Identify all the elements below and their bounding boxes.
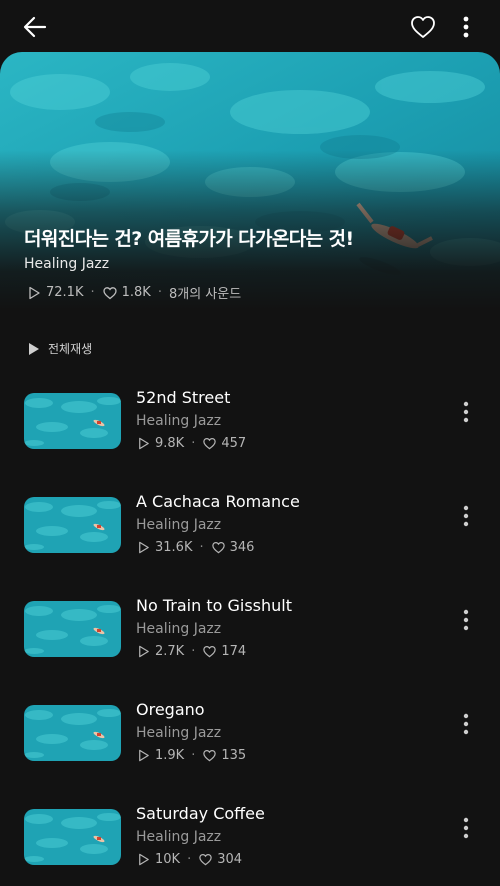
track-plays: 10K bbox=[155, 852, 181, 867]
track-more-options-icon[interactable] bbox=[458, 710, 474, 738]
track-likes: 174 bbox=[221, 644, 247, 659]
track-more-options-icon[interactable] bbox=[458, 814, 474, 842]
play-all-label: 전체재생 bbox=[48, 342, 93, 356]
track-stats: 9.8K · 457 bbox=[136, 436, 246, 451]
sound-count: 8개의 사운드 bbox=[168, 287, 242, 302]
track-thumbnail bbox=[24, 601, 121, 657]
like-count-icon bbox=[211, 542, 225, 554]
track-row[interactable]: 52nd Street Healing Jazz 9.8K · 457 bbox=[0, 378, 500, 458]
play-count-icon bbox=[139, 853, 149, 866]
track-stats: 31.6K · 346 bbox=[136, 540, 254, 555]
track-plays: 2.7K bbox=[155, 644, 185, 659]
play-count-icon bbox=[139, 749, 149, 762]
track-likes: 135 bbox=[221, 748, 247, 763]
play-icon bbox=[29, 342, 39, 355]
heart-icon[interactable] bbox=[408, 12, 438, 42]
play-count-icon bbox=[139, 541, 149, 554]
track-title: Saturday Coffee bbox=[136, 804, 265, 823]
track-plays: 9.8K bbox=[155, 436, 185, 451]
track-stats: 1.9K · 135 bbox=[136, 748, 246, 763]
track-stats: 2.7K · 174 bbox=[136, 644, 246, 659]
track-likes: 304 bbox=[217, 852, 243, 867]
track-title: Oregano bbox=[136, 700, 205, 719]
play-count-icon bbox=[29, 286, 40, 299]
track-artist: Healing Jazz bbox=[136, 413, 222, 429]
track-title: No Train to Gisshult bbox=[136, 596, 292, 615]
play-all-button[interactable]: 전체재생 bbox=[28, 340, 92, 357]
play-count-icon bbox=[139, 437, 149, 450]
track-row[interactable]: Saturday Coffee Healing Jazz 10K · 304 bbox=[0, 794, 500, 874]
play-count-icon bbox=[139, 645, 149, 658]
playlist-plays: 72.1K bbox=[46, 285, 84, 300]
track-thumbnail bbox=[24, 393, 121, 449]
track-row[interactable]: No Train to Gisshult Healing Jazz 2.7K ·… bbox=[0, 586, 500, 666]
track-more-options-icon[interactable] bbox=[458, 502, 474, 530]
playlist-artist[interactable]: Healing Jazz bbox=[24, 256, 109, 272]
track-artist: Healing Jazz bbox=[136, 725, 222, 741]
track-likes: 457 bbox=[221, 436, 247, 451]
track-more-options-icon[interactable] bbox=[458, 398, 474, 426]
playlist-stats: 72.1K · 1.8K · 8개의 사운드 bbox=[26, 283, 241, 302]
track-thumbnail bbox=[24, 809, 121, 865]
like-count-icon bbox=[203, 438, 217, 450]
more-options-icon[interactable] bbox=[456, 12, 476, 42]
track-thumbnail bbox=[24, 705, 121, 761]
back-arrow-icon[interactable] bbox=[20, 12, 50, 42]
like-count-icon bbox=[102, 286, 117, 299]
track-thumbnail bbox=[24, 497, 121, 553]
track-stats: 10K · 304 bbox=[136, 852, 242, 867]
track-title: A Cachaca Romance bbox=[136, 492, 300, 511]
track-row[interactable]: Oregano Healing Jazz 1.9K · 135 bbox=[0, 690, 500, 770]
like-count-icon bbox=[199, 854, 212, 866]
like-count-icon bbox=[203, 750, 217, 762]
track-title: 52nd Street bbox=[136, 388, 231, 407]
track-plays: 31.6K bbox=[155, 540, 193, 555]
track-artist: Healing Jazz bbox=[136, 621, 222, 637]
playlist-likes: 1.8K bbox=[121, 285, 151, 300]
track-row[interactable]: A Cachaca Romance Healing Jazz 31.6K · 3… bbox=[0, 482, 500, 562]
track-more-options-icon[interactable] bbox=[458, 606, 474, 634]
track-plays: 1.9K bbox=[155, 748, 185, 763]
track-artist: Healing Jazz bbox=[136, 829, 222, 845]
like-count-icon bbox=[203, 646, 217, 658]
playlist-title: 더워진다는 건? 여름휴가가 다가온다는 것! bbox=[24, 228, 354, 250]
top-bar bbox=[0, 0, 500, 54]
track-artist: Healing Jazz bbox=[136, 517, 222, 533]
track-likes: 346 bbox=[229, 540, 255, 555]
